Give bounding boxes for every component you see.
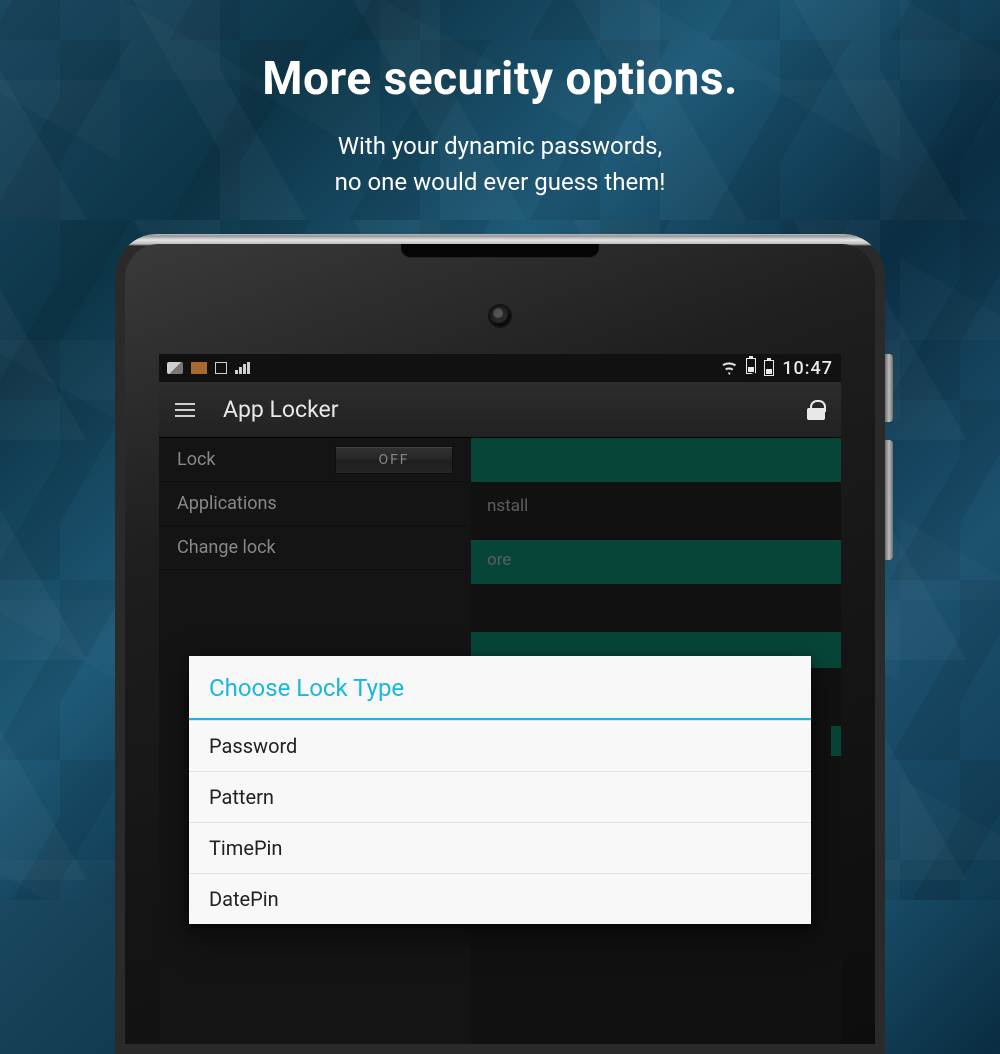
action-bar: App Locker: [159, 382, 841, 438]
dialog-title: Choose Lock Type: [189, 656, 811, 718]
list-row-highlight: [471, 540, 841, 584]
wifi-icon: [720, 361, 738, 375]
list-row-highlight: [831, 726, 841, 756]
app-icon: [191, 362, 207, 374]
sidebar-item-label: Applications: [177, 493, 277, 514]
status-time: 10:47: [782, 358, 833, 379]
hero-subtitle: With your dynamic passwords, no one woul…: [0, 128, 1000, 200]
battery-warning-icon: [746, 358, 756, 379]
hero-title: More security options.: [0, 52, 1000, 106]
lock-type-option-pattern[interactable]: Pattern: [189, 771, 811, 822]
sidebar-item-label: Change lock: [177, 537, 276, 558]
bg-label-store: ore: [487, 550, 511, 570]
download-icon: [215, 362, 227, 374]
hero-line-2: no one would ever guess them!: [335, 168, 666, 196]
lock-type-option-timepin[interactable]: TimePin: [189, 822, 811, 873]
battery-icon: [764, 360, 774, 376]
lock-type-option-password[interactable]: Password: [189, 720, 811, 771]
app-title: App Locker: [223, 396, 339, 423]
sidebar-item-lock[interactable]: Lock OFF: [159, 438, 471, 482]
status-bar: 10:47: [159, 354, 841, 382]
gallery-icon: [167, 362, 183, 374]
bg-label-install: nstall: [487, 496, 528, 516]
barcode-icon: [235, 362, 251, 374]
list-row-highlight: [471, 438, 841, 482]
tablet-power-button: [885, 354, 893, 422]
tablet-notch: [401, 244, 599, 258]
tablet-volume-button: [885, 440, 893, 560]
sidebar-item-applications[interactable]: Applications: [159, 482, 471, 526]
choose-lock-type-dialog: Choose Lock Type Password Pattern TimePi…: [189, 656, 811, 924]
tablet-front-camera: [490, 306, 510, 326]
lock-icon[interactable]: [807, 400, 825, 420]
hero-line-1: With your dynamic passwords,: [338, 132, 663, 160]
sidebar-item-label: Lock: [177, 449, 216, 470]
hamburger-menu-icon[interactable]: [175, 403, 195, 417]
tablet-mockup: 10:47 App Locker Lock OFF A: [115, 234, 885, 1054]
lock-toggle-off[interactable]: OFF: [335, 446, 453, 474]
sidebar-item-change-lock[interactable]: Change lock: [159, 526, 471, 570]
lock-type-option-datepin[interactable]: DatePin: [189, 873, 811, 924]
device-screen: 10:47 App Locker Lock OFF A: [159, 354, 841, 1044]
